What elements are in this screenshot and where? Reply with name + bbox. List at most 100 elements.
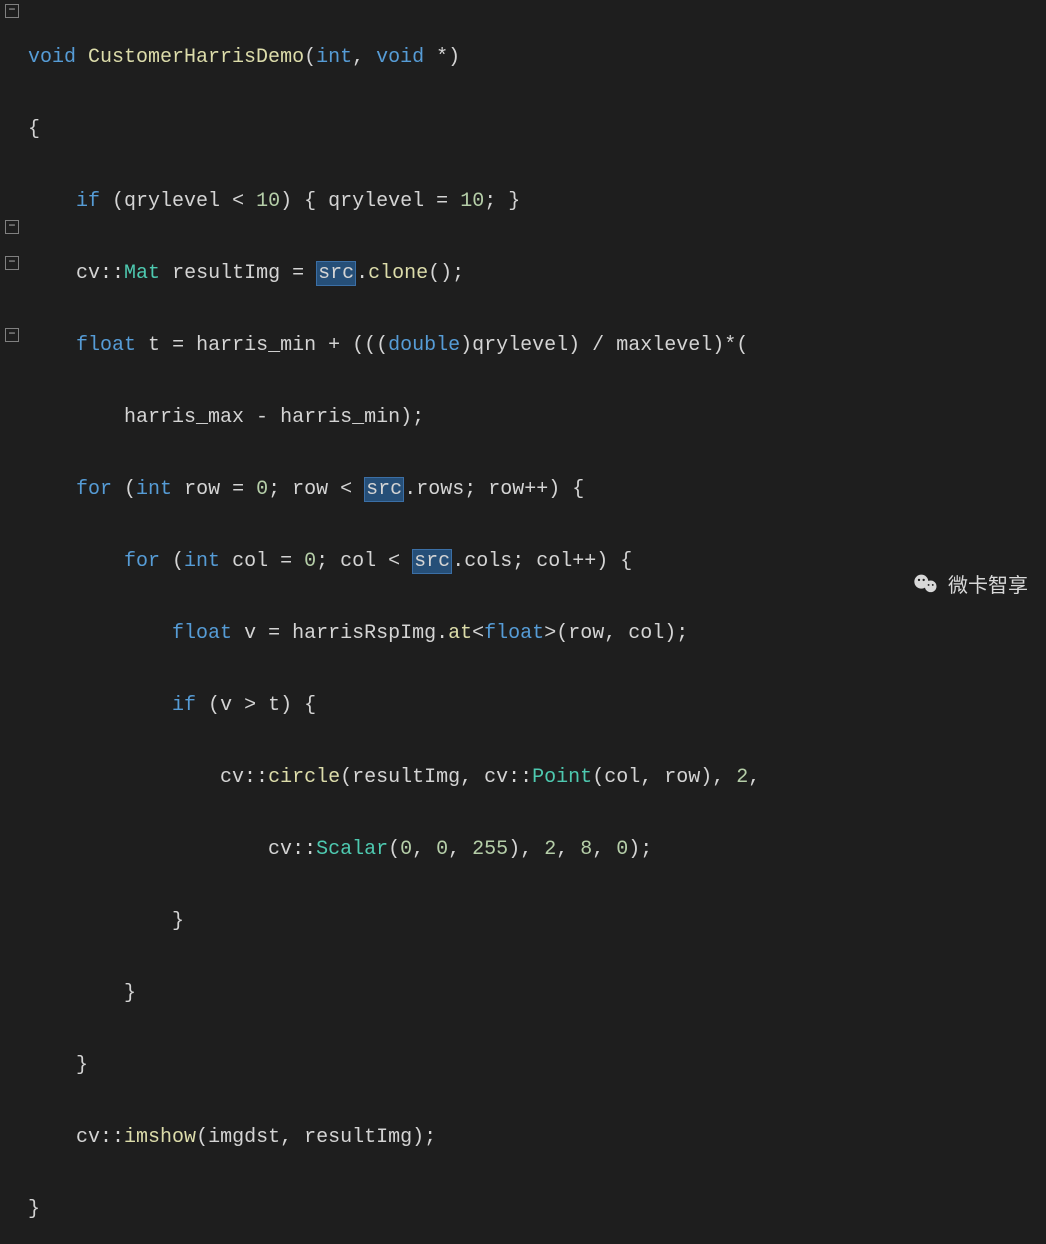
identifier: col	[340, 550, 376, 573]
keyword: for	[76, 478, 112, 501]
code-line: float t = harris_min + (((double)qryleve…	[28, 328, 1046, 364]
function: circle	[268, 766, 340, 789]
code-line: cv::imshow(imgdst, resultImg);	[28, 1120, 1046, 1156]
type-keyword: float	[172, 622, 232, 645]
identifier: harrisRspImg	[292, 622, 436, 645]
code-line: for (int row = 0; row < src.rows; row++)…	[28, 472, 1046, 508]
operator: *	[424, 46, 448, 69]
operator: =	[436, 190, 448, 213]
code-line: for (int col = 0; col < src.cols; col++)…	[28, 544, 1046, 580]
fold-gutter: − − − −	[0, 0, 24, 622]
number: 10	[460, 190, 484, 213]
code-line: }	[28, 1048, 1046, 1084]
number: 2	[544, 838, 556, 861]
keyword: for	[124, 550, 160, 573]
number: 0	[436, 838, 448, 861]
code-line: harris_max - harris_min);	[28, 400, 1046, 436]
code-line: }	[28, 976, 1046, 1012]
number: 10	[256, 190, 280, 213]
identifier: col	[628, 622, 664, 645]
code-area[interactable]: void CustomerHarrisDemo(int, void *) { i…	[24, 0, 1046, 622]
identifier: v	[220, 694, 232, 717]
type-keyword: float	[484, 622, 544, 645]
number: 8	[580, 838, 592, 861]
identifier: col	[536, 550, 572, 573]
type-keyword: int	[316, 46, 352, 69]
method: clone	[368, 262, 428, 285]
namespace: cv	[484, 766, 508, 789]
wechat-icon	[912, 570, 940, 598]
member: rows	[416, 478, 464, 501]
number: 0	[256, 478, 268, 501]
code-line: cv::Scalar(0, 0, 255), 2, 8, 0);	[28, 832, 1046, 868]
number: 0	[400, 838, 412, 861]
code-line: cv::Mat resultImg = src.clone();	[28, 256, 1046, 292]
code-line: void CustomerHarrisDemo(int, void *)	[28, 40, 1046, 76]
type-keyword: double	[388, 334, 460, 357]
type: Scalar	[316, 838, 388, 861]
code-line: cv::circle(resultImg, cv::Point(col, row…	[28, 760, 1046, 796]
identifier: col	[604, 766, 640, 789]
keyword: if	[76, 190, 100, 213]
fold-toggle[interactable]: −	[5, 4, 19, 18]
identifier: harris_min	[196, 334, 316, 357]
identifier: qrylevel	[328, 190, 424, 213]
operator: <	[232, 190, 244, 213]
type-keyword: void	[376, 46, 424, 69]
type: Mat	[124, 262, 160, 285]
keyword: void	[28, 46, 76, 69]
identifier: imgdst	[208, 1126, 280, 1149]
code-editor[interactable]: − − − − void CustomerHarrisDemo(int, voi…	[0, 0, 1046, 622]
identifier: row	[568, 622, 604, 645]
code-line: float v = harrisRspImg.at<float>(row, co…	[28, 616, 1046, 652]
fold-toggle[interactable]: −	[5, 220, 19, 234]
method: at	[448, 622, 472, 645]
namespace: cv	[268, 838, 292, 861]
identifier: harris_min	[280, 406, 400, 429]
identifier: t	[148, 334, 160, 357]
identifier: row	[292, 478, 328, 501]
identifier: qrylevel	[472, 334, 568, 357]
type-keyword: float	[76, 334, 136, 357]
identifier: col	[232, 550, 268, 573]
identifier: resultImg	[172, 262, 280, 285]
member: cols	[464, 550, 512, 573]
code-line: }	[28, 1192, 1046, 1228]
identifier: v	[244, 622, 256, 645]
highlighted-identifier: src	[364, 477, 404, 502]
highlighted-identifier: src	[316, 261, 356, 286]
watermark: 微卡智享	[912, 569, 1028, 598]
type-keyword: int	[184, 550, 220, 573]
identifier: harris_max	[124, 406, 244, 429]
code-line: {	[28, 112, 1046, 148]
number: 0	[616, 838, 628, 861]
code-line: }	[28, 904, 1046, 940]
function-name: CustomerHarrisDemo	[88, 46, 304, 69]
namespace: cv	[220, 766, 244, 789]
identifier: qrylevel	[124, 190, 220, 213]
function: imshow	[124, 1126, 196, 1149]
fold-toggle[interactable]: −	[5, 256, 19, 270]
number: 2	[736, 766, 748, 789]
identifier: row	[664, 766, 700, 789]
identifier: resultImg	[304, 1126, 412, 1149]
namespace: cv	[76, 1126, 100, 1149]
highlighted-identifier: src	[412, 549, 452, 574]
number: 0	[304, 550, 316, 573]
code-line: if (qrylevel < 10) { qrylevel = 10; }	[28, 184, 1046, 220]
operator: ::	[100, 262, 124, 285]
identifier: resultImg	[352, 766, 460, 789]
code-line: if (v > t) {	[28, 688, 1046, 724]
namespace: cv	[76, 262, 100, 285]
brace: {	[28, 118, 40, 141]
fold-toggle[interactable]: −	[5, 328, 19, 342]
identifier: maxlevel	[616, 334, 712, 357]
identifier: row	[488, 478, 524, 501]
type: Point	[532, 766, 592, 789]
number: 255	[472, 838, 508, 861]
identifier: row	[184, 478, 220, 501]
watermark-text: 微卡智享	[948, 569, 1028, 598]
type-keyword: int	[136, 478, 172, 501]
keyword: if	[172, 694, 196, 717]
identifier: t	[268, 694, 280, 717]
